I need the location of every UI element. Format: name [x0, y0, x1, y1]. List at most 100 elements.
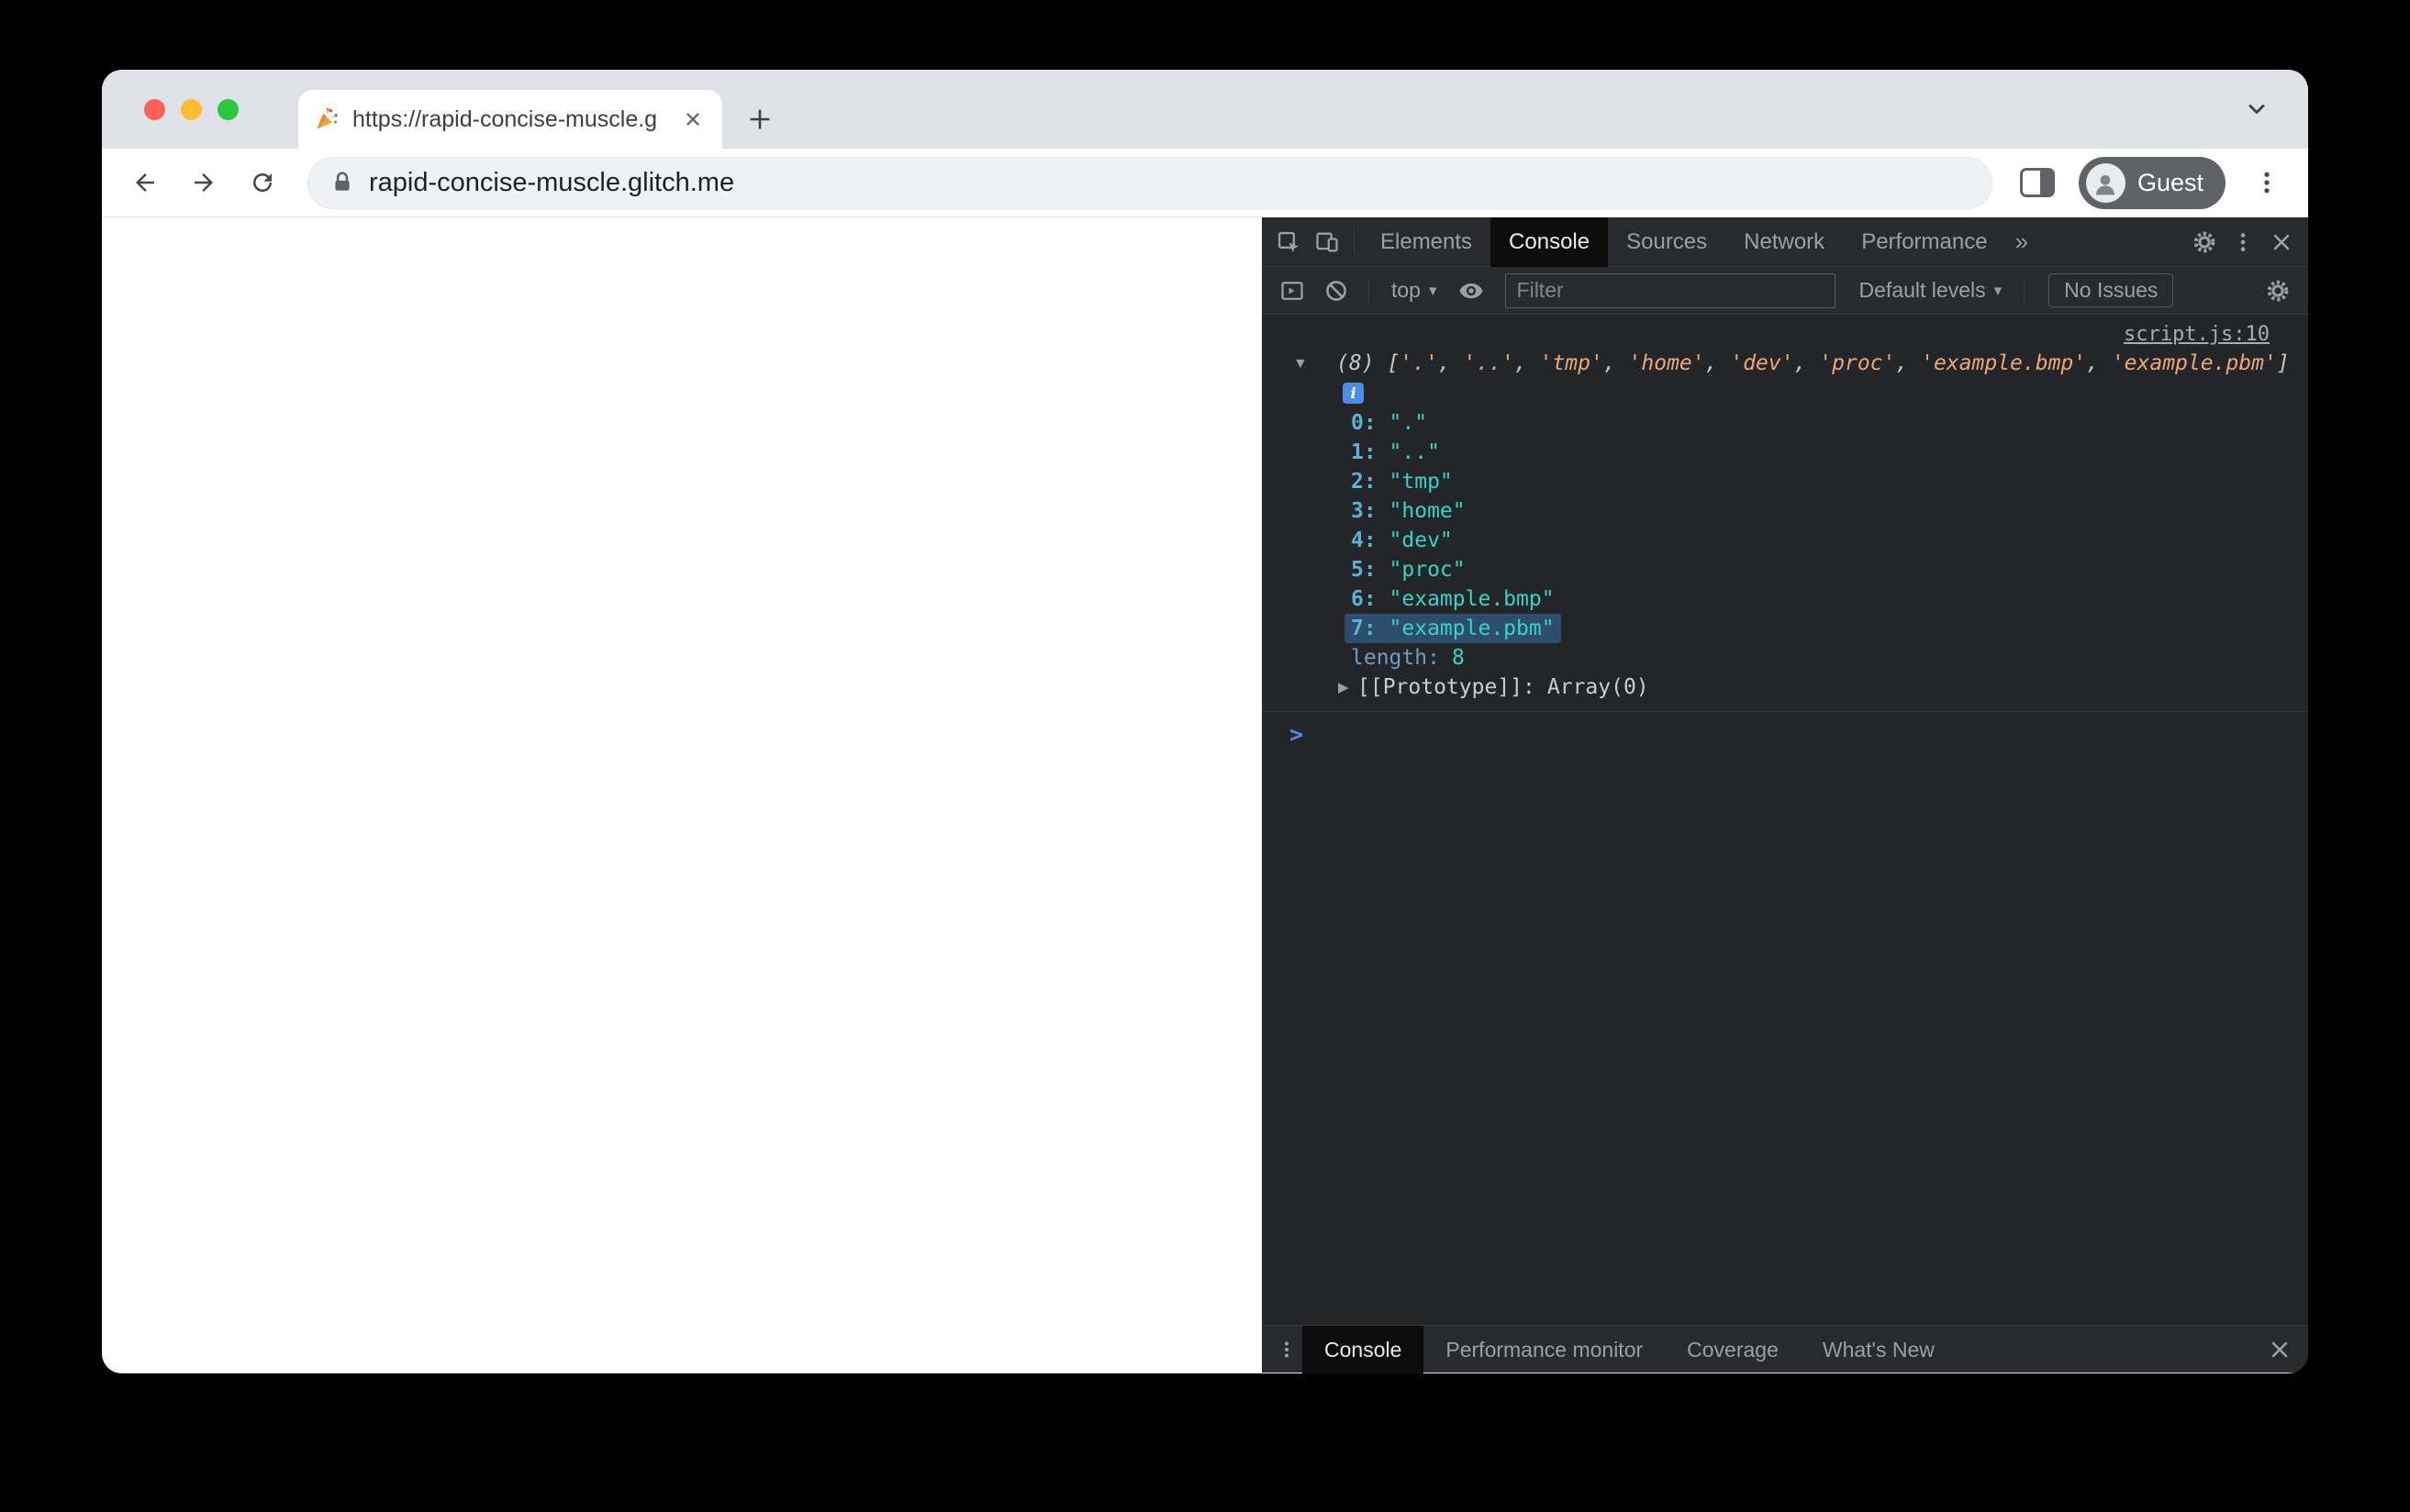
tab-elements[interactable]: Elements [1362, 217, 1490, 267]
new-tab-button[interactable] [741, 100, 779, 139]
console-array-entry[interactable]: 4: "dev" [1262, 526, 2308, 555]
entry: 1: ".." [1351, 438, 1440, 467]
side-panel-button[interactable] [2019, 168, 2055, 197]
console-array-entry[interactable]: 3: "home" [1262, 496, 2308, 526]
preview-token: (8) [1336, 351, 1388, 375]
array-preview-row[interactable]: ▼ (8) ['.', '..', 'tmp', 'home', 'dev', … [1262, 349, 2308, 378]
divider [2024, 277, 2025, 304]
console-sidebar-toggle-icon[interactable] [1273, 272, 1311, 310]
devtools-tabbar: Elements Console Sources Network Perform… [1262, 217, 2308, 267]
drawer-close-icon[interactable] [2260, 1330, 2299, 1369]
entry-value: "home" [1389, 499, 1466, 523]
tab-network[interactable]: Network [1725, 217, 1843, 267]
forward-button[interactable] [186, 165, 221, 200]
tab-strip: https://rapid-concise-muscle.g [102, 70, 2308, 149]
profile-button[interactable]: Guest [2078, 156, 2226, 209]
prototype-row[interactable]: ▶ [[Prototype]]: Array(0) [1262, 673, 2308, 702]
console-settings-gear-icon[interactable] [2259, 272, 2297, 310]
browser-menu-button[interactable] [2249, 165, 2284, 200]
live-expression-eye-icon[interactable] [1452, 272, 1490, 310]
lock-icon[interactable] [330, 171, 354, 195]
console-array-entry[interactable]: 5: "proc" [1262, 555, 2308, 584]
console-array-entry[interactable]: 7: "example.pbm" [1262, 614, 2308, 643]
clear-console-icon[interactable] [1317, 272, 1356, 310]
tab-title: https://rapid-concise-muscle.g [352, 106, 658, 132]
entry-index: 5: [1351, 558, 1389, 582]
entry-value: "dev" [1389, 528, 1453, 552]
inspect-element-icon[interactable] [1269, 223, 1308, 261]
preview-token: , [1602, 351, 1629, 375]
entry-value: ".." [1389, 440, 1440, 464]
drawer-menu-kebab-icon[interactable] [1271, 1330, 1302, 1369]
preview-string: 'tmp' [1539, 351, 1603, 375]
entry-index: 2: [1351, 470, 1389, 494]
expand-caret-icon[interactable]: ▼ [1293, 350, 1308, 379]
tab-sources[interactable]: Sources [1608, 217, 1725, 267]
context-label: top [1391, 278, 1421, 302]
preview-string: 'proc' [1819, 351, 1896, 375]
issues-badge[interactable]: No Issues [2048, 273, 2174, 307]
prompt-chevron-icon: > [1289, 721, 1304, 748]
preview-string: 'dev' [1730, 351, 1794, 375]
back-button[interactable] [128, 165, 162, 200]
entry-index: 1: [1351, 440, 1389, 464]
collapsed-caret-icon[interactable]: ▶ [1338, 673, 1349, 703]
console-source-link[interactable]: script.js:10 [2124, 323, 2270, 346]
window-zoom-button[interactable] [218, 99, 239, 120]
console-info-row: i [1262, 378, 2308, 408]
entry-value: "example.pbm" [1389, 617, 1555, 640]
preview-token: ] [2276, 351, 2290, 375]
array-length-row: length: 8 [1262, 643, 2308, 673]
devtools-close-icon[interactable] [2262, 223, 2301, 261]
drawer-tab-coverage[interactable]: Coverage [1665, 1326, 1801, 1373]
entry-index: 3: [1351, 499, 1389, 523]
preview-string: 'home' [1628, 351, 1705, 375]
console-filter-input[interactable] [1504, 272, 1835, 308]
devtools-settings-gear-icon[interactable] [2185, 223, 2224, 261]
preview-token: , [1437, 351, 1464, 375]
console-log-entry: script.js:10 ▼ (8) ['.', '..', 'tmp', 'h… [1262, 318, 2308, 712]
reload-button[interactable] [245, 165, 280, 200]
log-levels-dropdown[interactable]: Default levels ▾ [1850, 278, 2012, 303]
entry-value: "proc" [1389, 558, 1466, 582]
preview-string: 'example.pbm' [2111, 351, 2277, 375]
console-array-entry[interactable]: 0: "." [1262, 408, 2308, 438]
profile-label: Guest [2137, 168, 2204, 196]
entry-index: 7: [1351, 617, 1389, 640]
devtools-menu-kebab-icon[interactable] [2224, 223, 2262, 261]
console-prompt[interactable]: > [1262, 712, 2308, 748]
divider [1354, 228, 1355, 255]
console-array-entry[interactable]: 1: ".." [1262, 438, 2308, 467]
console-array-entry[interactable]: 6: "example.bmp" [1262, 584, 2308, 614]
console-output: script.js:10 ▼ (8) ['.', '..', 'tmp', 'h… [1262, 315, 2308, 1325]
entry: 6: "example.bmp" [1351, 584, 1555, 614]
drawer-tab-console[interactable]: Console [1302, 1325, 1424, 1373]
tab-close-icon[interactable] [678, 105, 708, 134]
entry-highlighted: 7: "example.pbm" [1344, 614, 1561, 643]
javascript-context-dropdown[interactable]: top ▾ [1382, 278, 1446, 303]
console-array-entry[interactable]: 2: "tmp" [1262, 467, 2308, 496]
browser-toolbar: rapid-concise-muscle.glitch.me Guest [102, 149, 2308, 217]
tab-search-chevron-icon[interactable] [2238, 91, 2275, 128]
browser-tab[interactable]: https://rapid-concise-muscle.g [298, 90, 722, 149]
address-bar[interactable]: rapid-concise-muscle.glitch.me [307, 156, 1992, 209]
entry-value: "example.bmp" [1389, 587, 1555, 611]
devtools-drawer: Console Performance monitor Coverage Wha… [1262, 1325, 2308, 1373]
console-insight-icon[interactable]: i [1343, 383, 1364, 404]
entry-value: "." [1389, 411, 1428, 435]
window-close-button[interactable] [144, 99, 165, 120]
tab-performance[interactable]: Performance [1843, 217, 2005, 267]
drawer-tab-performance-monitor[interactable]: Performance monitor [1423, 1326, 1665, 1373]
length-label: length: [1351, 646, 1440, 670]
more-tabs-button[interactable]: » [2006, 228, 2037, 256]
tab-console[interactable]: Console [1490, 217, 1609, 267]
device-toolbar-icon[interactable] [1308, 223, 1346, 261]
preview-token: , [1793, 351, 1820, 375]
preview-string: 'example.bmp' [1921, 351, 2087, 375]
drawer-tab-whats-new[interactable]: What's New [1801, 1326, 1957, 1373]
window-minimize-button[interactable] [181, 99, 202, 120]
window-content: Elements Console Sources Network Perform… [102, 217, 2308, 1373]
entry: 4: "dev" [1351, 526, 1453, 555]
entry: 3: "home" [1351, 496, 1466, 526]
preview-token: [ [1387, 351, 1400, 375]
